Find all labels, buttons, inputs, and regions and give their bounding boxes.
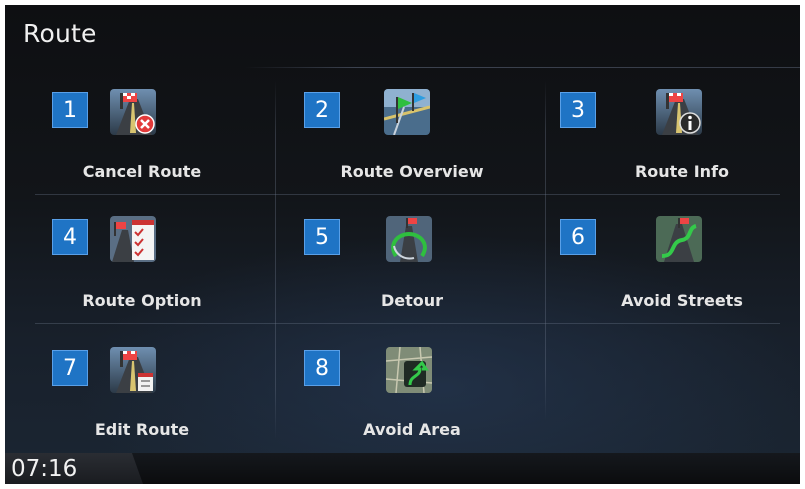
avoid-streets-label: Avoid Streets bbox=[621, 291, 743, 310]
item-number-badge: 4 bbox=[52, 219, 88, 255]
cancel-route-button[interactable]: 1 Cancel Route bbox=[10, 67, 274, 195]
edit-route-icon bbox=[110, 347, 156, 393]
status-bar: 07:16 bbox=[5, 453, 800, 484]
item-number-badge: 5 bbox=[304, 219, 340, 255]
page-title: Route bbox=[23, 19, 97, 48]
route-info-icon bbox=[656, 89, 702, 135]
route-overview-icon bbox=[384, 89, 430, 135]
route-option-icon bbox=[110, 216, 156, 262]
route-info-label: Route Info bbox=[634, 162, 730, 181]
item-number-badge: 7 bbox=[52, 350, 88, 386]
item-number-badge: 6 bbox=[560, 219, 596, 255]
avoid-area-button[interactable]: 8 Avoid Area bbox=[280, 325, 544, 453]
clock-time: 07:16 bbox=[11, 456, 78, 482]
route-option-button[interactable]: 4 Route Option bbox=[10, 196, 274, 324]
detour-button[interactable]: 5 Detour bbox=[280, 196, 544, 324]
cancel-route-label: Cancel Route bbox=[82, 162, 202, 181]
route-overview-button[interactable]: 2 Route Overview bbox=[280, 67, 544, 195]
column-divider-1 bbox=[275, 80, 276, 440]
avoid-area-label: Avoid Area bbox=[363, 420, 461, 439]
item-number-badge: 3 bbox=[560, 92, 596, 128]
route-overview-label: Route Overview bbox=[340, 162, 484, 181]
item-number-badge: 2 bbox=[304, 92, 340, 128]
route-info-button[interactable]: 3 Route Info bbox=[550, 67, 800, 195]
avoid-area-icon bbox=[386, 347, 432, 393]
edit-route-button[interactable]: 7 Edit Route bbox=[10, 325, 274, 453]
cancel-route-icon bbox=[110, 89, 156, 135]
route-option-label: Route Option bbox=[82, 291, 202, 310]
detour-label: Detour bbox=[380, 291, 444, 310]
route-screen: Route 1 Cancel Route 2 Route Overview 3 … bbox=[5, 5, 800, 484]
edit-route-label: Edit Route bbox=[94, 420, 190, 439]
column-divider-2 bbox=[545, 80, 546, 420]
avoid-streets-button[interactable]: 6 Avoid Streets bbox=[550, 196, 800, 324]
detour-icon bbox=[386, 216, 432, 262]
item-number-badge: 1 bbox=[52, 92, 88, 128]
item-number-badge: 8 bbox=[304, 350, 340, 386]
avoid-streets-icon bbox=[656, 216, 702, 262]
